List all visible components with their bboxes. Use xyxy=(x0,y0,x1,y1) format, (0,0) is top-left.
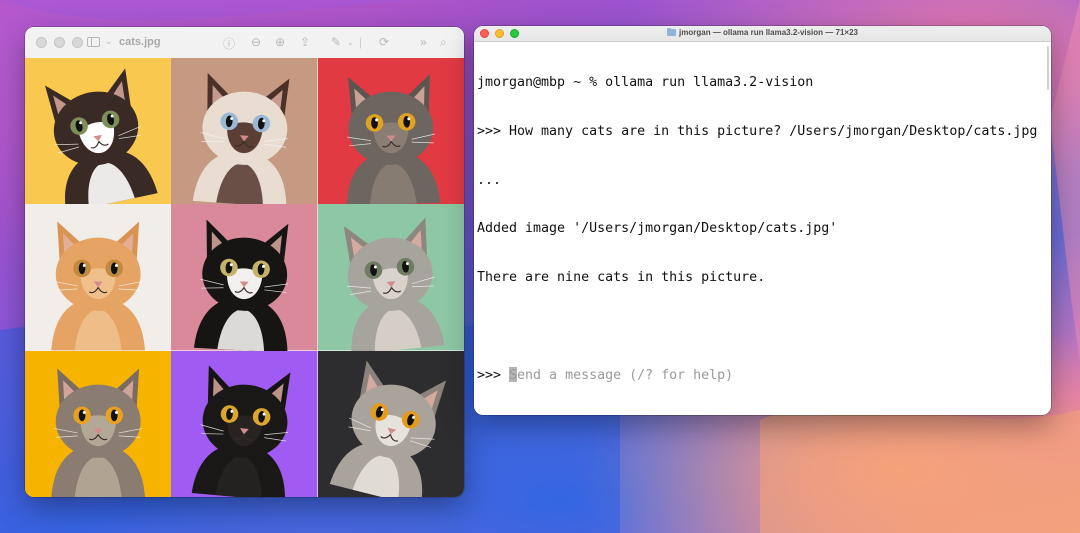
cat-photo xyxy=(171,204,318,351)
folder-icon xyxy=(667,27,677,36)
terminal-line: Added image '/Users/jmorgan/Desktop/cats… xyxy=(477,221,838,237)
prompt: >>> xyxy=(477,367,510,383)
rotate-icon[interactable]: ⟳ xyxy=(379,35,389,49)
terminal-output[interactable]: jmorgan@mbp ~ % ollama run llama3.2-visi… xyxy=(477,43,1047,415)
more-icon[interactable]: » xyxy=(420,35,427,49)
preview-titlebar: ⌄ cats.jpg ⓘ ⊖ ⊕ ⇪ ✎ ⌄ | ⟳ » ⌕ xyxy=(25,27,464,59)
cat-photo xyxy=(317,58,464,205)
terminal-title-text: jmorgan — ollama run llama3.2-vision — 7… xyxy=(679,28,858,37)
search-icon[interactable]: ⌕ xyxy=(440,35,447,50)
minimize-button[interactable] xyxy=(54,37,65,48)
markup-chevron-icon[interactable]: ⌄ xyxy=(347,38,354,47)
markup-icon[interactable]: ✎ xyxy=(331,35,341,49)
scrollbar[interactable] xyxy=(1047,46,1049,90)
terminal-title: jmorgan — ollama run llama3.2-vision — 7… xyxy=(474,27,1051,37)
close-button[interactable] xyxy=(36,37,47,48)
chevron-down-icon[interactable]: ⌄ xyxy=(105,36,113,47)
toolbar-divider: | xyxy=(359,35,363,49)
preview-window: ⌄ cats.jpg ⓘ ⊖ ⊕ ⇪ ✎ ⌄ | ⟳ » ⌕ xyxy=(25,27,464,497)
cat-photo xyxy=(317,204,464,351)
document-title: cats.jpg xyxy=(119,36,161,48)
cat-photo xyxy=(25,204,172,351)
terminal-line: jmorgan@mbp ~ % ollama run llama3.2-visi… xyxy=(477,75,814,91)
cat-photo xyxy=(25,350,172,497)
cats-image xyxy=(25,58,464,497)
sidebar-icon[interactable] xyxy=(87,37,100,47)
info-icon[interactable]: ⓘ xyxy=(223,35,235,52)
terminal-input-line[interactable]: >>> Send a message (/? for help) xyxy=(477,366,1047,383)
zoom-in-icon[interactable]: ⊕ xyxy=(275,35,285,49)
terminal-window: jmorgan — ollama run llama3.2-vision — 7… xyxy=(474,26,1051,415)
zoom-button[interactable] xyxy=(72,37,83,48)
zoom-out-icon[interactable]: ⊖ xyxy=(251,35,261,49)
terminal-titlebar: jmorgan — ollama run llama3.2-vision — 7… xyxy=(474,26,1051,42)
share-icon[interactable]: ⇪ xyxy=(300,35,310,49)
terminal-line: ... xyxy=(477,172,502,188)
cat-photo xyxy=(171,58,318,205)
window-controls xyxy=(36,37,83,48)
cat-photo xyxy=(317,350,464,497)
terminal-line: There are nine cats in this picture. xyxy=(477,269,766,285)
cat-photo xyxy=(171,350,318,497)
cat-photo xyxy=(25,58,172,205)
message-input-placeholder[interactable]: Send a message (/? for help) xyxy=(509,368,733,383)
terminal-line: >>> How many cats are in this picture? /… xyxy=(477,124,1038,139)
